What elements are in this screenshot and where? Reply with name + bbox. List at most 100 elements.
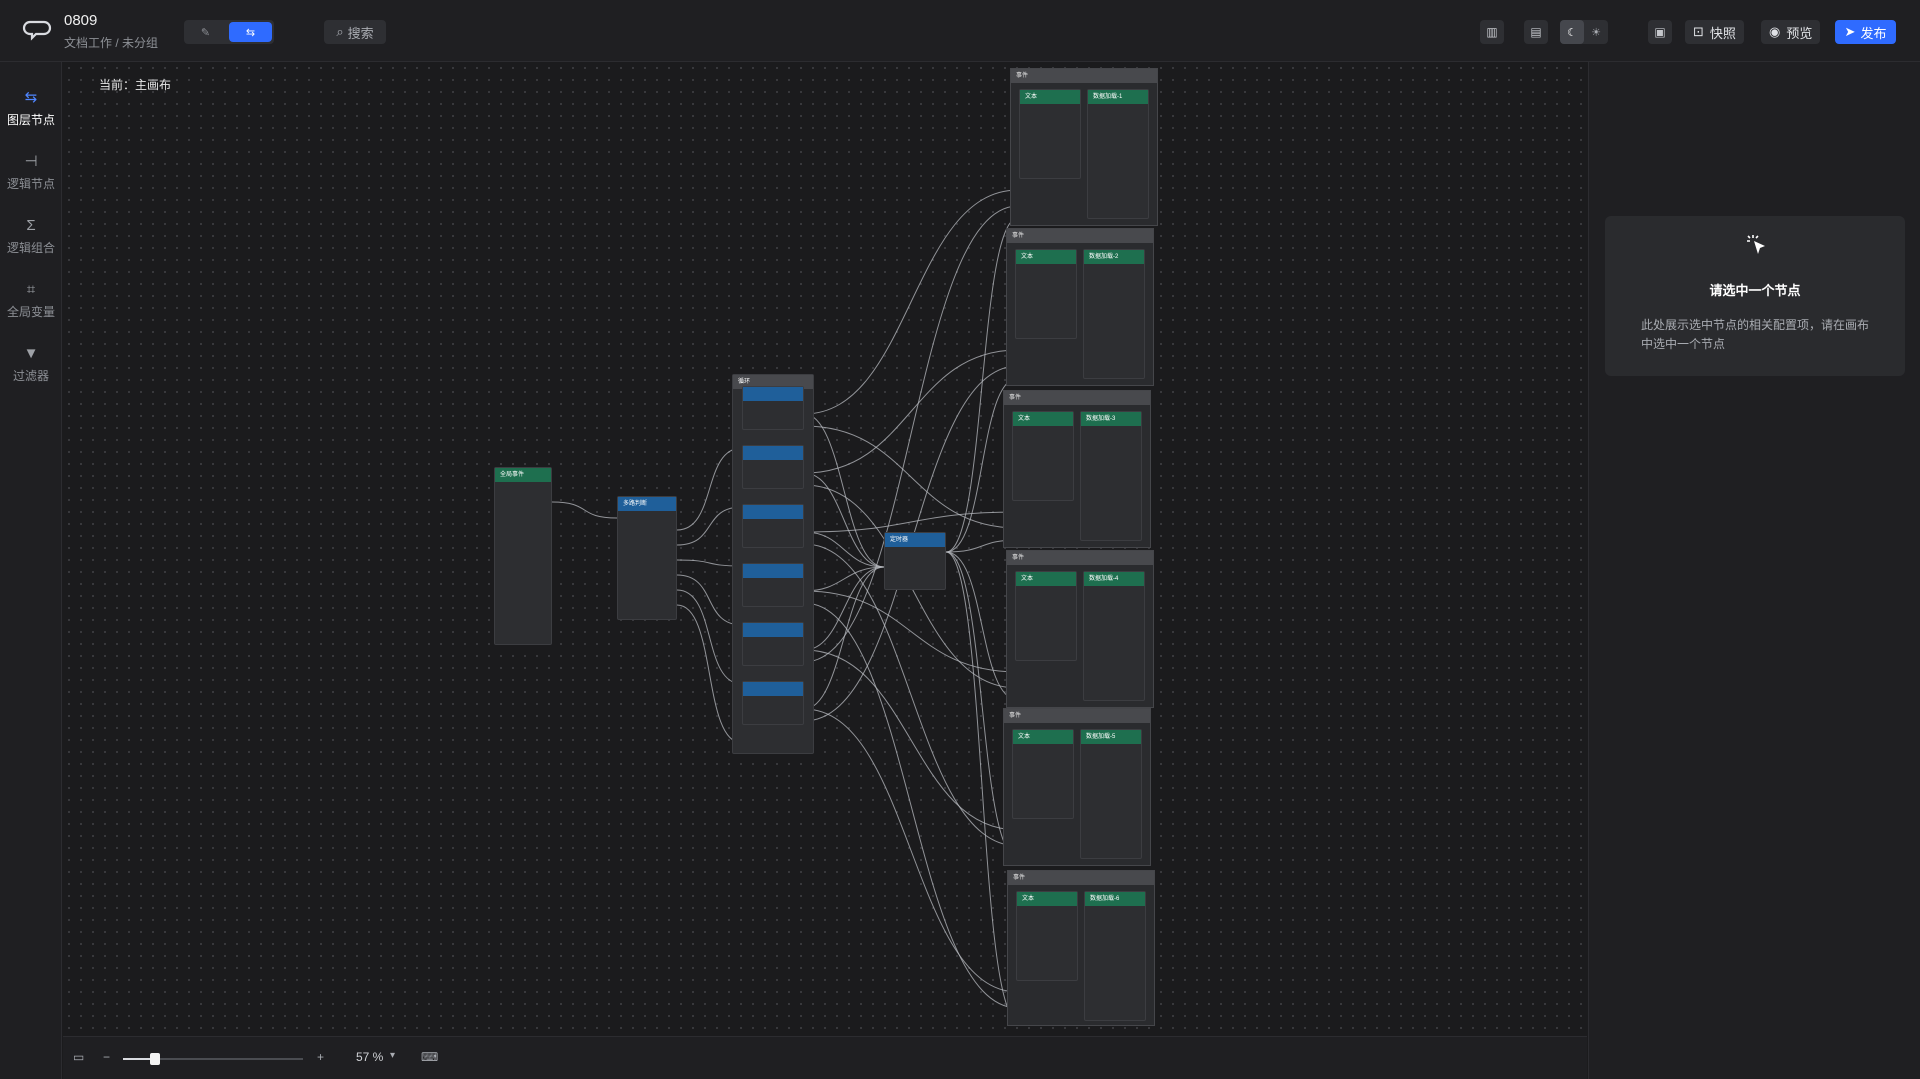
camera-icon: ⊡	[1693, 24, 1704, 39]
zoom-out-button[interactable]: −	[103, 1050, 110, 1064]
node-title	[743, 682, 803, 696]
loop-step-node[interactable]	[742, 681, 804, 725]
eye-icon: ◉	[1769, 24, 1781, 39]
node-title: 数据加载-6	[1085, 892, 1145, 906]
node-title: 多路判断	[618, 497, 676, 511]
snapshot-label: 快照	[1709, 25, 1736, 41]
loop-step-node[interactable]	[742, 563, 804, 607]
flow-mode-icon[interactable]: ⇆	[229, 22, 272, 42]
publish-button[interactable]: ➤ 发布	[1835, 20, 1896, 44]
zoom-level[interactable]: 57 %	[356, 1050, 383, 1064]
event-group[interactable]: 事件文本 数据加载-3	[1003, 390, 1151, 548]
connection-wire	[803, 566, 885, 710]
sidebar-item-logic-combos[interactable]: Σ 逻辑组合	[0, 210, 62, 262]
sidebar-item-label: 过滤器	[12, 368, 49, 383]
sun-icon[interactable]: ☀	[1584, 20, 1608, 44]
sigma-icon: Σ	[26, 216, 36, 234]
variable-icon: ⌗	[26, 280, 36, 298]
zoom-in-button[interactable]: +	[317, 1050, 324, 1064]
node-title: 文本	[1017, 892, 1077, 906]
connection-wire	[803, 590, 1019, 673]
properties-panel: 请选中一个节点 此处展示选中节点的相关配置项，请在画布中选中一个节点	[1588, 62, 1920, 1079]
zoom-dropdown-chevron-icon[interactable]: ▾	[390, 1050, 395, 1061]
loop-step-node[interactable]	[742, 386, 804, 430]
theme-toggle[interactable]: ☾ ☀	[1560, 20, 1608, 44]
node-title	[743, 505, 803, 519]
edit-mode-icon[interactable]: ✎	[184, 20, 227, 44]
data-load-node[interactable]: 数据加载-3	[1080, 411, 1142, 541]
search-button[interactable]: ⌕ 搜索	[324, 20, 386, 44]
group-title: 事件	[1004, 391, 1150, 405]
text-node[interactable]: 文本	[1015, 571, 1077, 661]
layout-icon[interactable]: ▥	[1480, 20, 1504, 44]
zoom-slider[interactable]	[123, 1053, 303, 1065]
event-group[interactable]: 事件文本 数据加载-5	[1003, 708, 1151, 866]
app-logo-icon[interactable]	[22, 16, 52, 46]
node-title: 文本	[1020, 90, 1080, 104]
sidebar-item-filters[interactable]: ▼ 过滤器	[0, 338, 62, 390]
empty-selection-card: 请选中一个节点 此处展示选中节点的相关配置项，请在画布中选中一个节点	[1605, 216, 1905, 376]
data-load-node[interactable]: 数据加载-4	[1083, 571, 1145, 701]
group-title: 事件	[1011, 69, 1157, 83]
left-sidebar: ⇆ 图层节点 ⊣ 逻辑节点 Σ 逻辑组合 ⌗ 全局变量 ▼ 过滤器	[0, 62, 62, 1079]
text-node[interactable]: 文本	[1012, 411, 1074, 501]
sidebar-item-global-vars[interactable]: ⌗ 全局变量	[0, 274, 62, 326]
code-icon[interactable]: ▣	[1648, 20, 1672, 44]
event-group[interactable]: 事件文本 数据加载-4	[1006, 550, 1154, 708]
group-title: 事件	[1007, 551, 1153, 565]
empty-description: 此处展示选中节点的相关配置项，请在画布中选中一个节点	[1641, 318, 1870, 351]
top-bar: 0809 文档工作 / 未分组 ✎ ⇆ ⌕ 搜索 ▥ ▤ ☾ ☀ ▣ ⊡ 快照 …	[0, 0, 1920, 62]
text-node[interactable]: 文本	[1019, 89, 1081, 179]
snapshot-button[interactable]: ⊡ 快照	[1685, 20, 1744, 44]
mode-switch: ✎ ⇆	[184, 20, 274, 44]
node-title	[743, 623, 803, 637]
flow-canvas[interactable]: 当前：主画布 全局事件 多路判断 循环 定时器 事件 文本 数据加载-1 事件 文本 数据…	[63, 62, 1587, 1036]
connection-wire	[803, 708, 1019, 993]
keyboard-icon[interactable]: ⌨	[421, 1050, 438, 1064]
empty-title: 请选中一个节点	[1709, 283, 1801, 298]
loop-step-node[interactable]	[742, 622, 804, 666]
search-icon: ⌕	[336, 24, 344, 39]
data-load-node[interactable]: 数据加载-1	[1087, 89, 1149, 219]
group-title: 事件	[1008, 871, 1154, 885]
connection-wire	[803, 472, 885, 568]
node-title: 数据加载-3	[1081, 412, 1141, 426]
event-node[interactable]: 全局事件	[494, 467, 552, 645]
node-title: 定时器	[885, 533, 945, 547]
moon-icon[interactable]: ☾	[1560, 20, 1584, 44]
connection-wires	[551, 189, 1019, 1021]
node-title	[743, 564, 803, 578]
data-load-node[interactable]: 数据加载-5	[1080, 729, 1142, 859]
event-group[interactable]: 事件文本 数据加载-1	[1010, 68, 1158, 226]
text-node[interactable]: 文本	[1015, 249, 1077, 339]
cursor-click-icon	[1747, 235, 1765, 254]
event-group[interactable]: 事件文本 数据加载-6	[1007, 870, 1155, 1026]
node-title: 数据加载-5	[1081, 730, 1141, 744]
preview-label: 预览	[1786, 25, 1813, 41]
sidebar-item-logic-nodes[interactable]: ⊣ 逻辑节点	[0, 146, 62, 198]
document-breadcrumb[interactable]: 文档工作 / 未分组	[64, 34, 158, 51]
minimap-icon[interactable]: ▭	[73, 1050, 84, 1064]
zoom-slider-handle[interactable]	[150, 1053, 160, 1065]
timer-node[interactable]: 定时器	[884, 532, 946, 590]
connection-wire	[803, 511, 1019, 533]
loop-step-node[interactable]	[742, 504, 804, 548]
loop-step-node[interactable]	[742, 445, 804, 489]
preview-button[interactable]: ◉ 预览	[1761, 20, 1821, 44]
data-load-node[interactable]: 数据加载-6	[1084, 891, 1146, 1021]
logic-node-icon: ⊣	[24, 152, 38, 170]
connection-wire	[803, 189, 1019, 415]
data-load-node[interactable]: 数据加载-2	[1083, 249, 1145, 379]
text-node[interactable]: 文本	[1016, 891, 1078, 981]
group-title: 事件	[1004, 709, 1150, 723]
sidebar-item-layer-nodes[interactable]: ⇆ 图层节点	[0, 82, 62, 134]
page-icon[interactable]: ▤	[1524, 20, 1548, 44]
layers-icon: ⇆	[24, 88, 38, 106]
text-node[interactable]: 文本	[1012, 729, 1074, 819]
send-icon: ➤	[1844, 24, 1856, 39]
event-group[interactable]: 事件 文本 数据加载-2	[1006, 228, 1154, 386]
filter-icon: ▼	[23, 344, 39, 362]
router-node[interactable]: 多路判断	[617, 496, 677, 620]
sidebar-item-label: 逻辑组合	[6, 240, 55, 255]
sidebar-item-label: 逻辑节点	[6, 176, 55, 191]
